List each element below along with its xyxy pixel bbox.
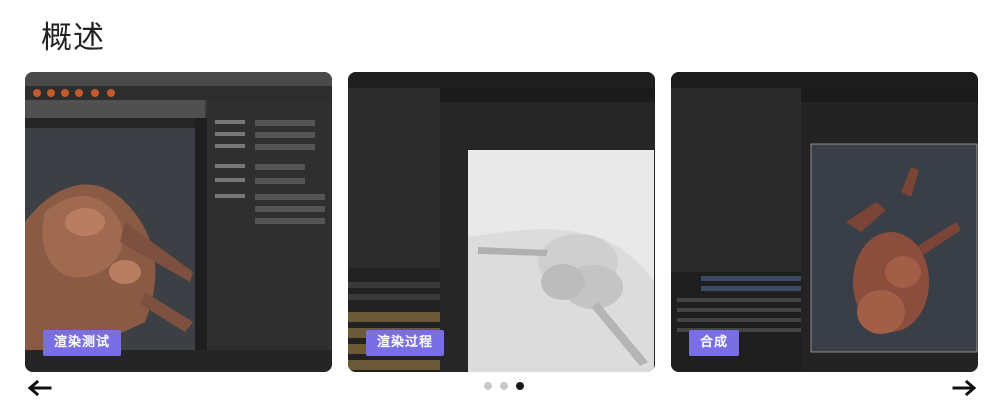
carousel-slide-compositing[interactable]: 合成 — [671, 72, 978, 372]
slide-caption-render-process: 渲染过程 — [366, 330, 445, 356]
carousel-dot-1[interactable] — [484, 382, 492, 390]
carousel-dot-3[interactable] — [516, 382, 524, 390]
arrow-left-icon — [27, 379, 52, 397]
slide-caption-compositing: 合成 — [689, 330, 740, 356]
slide-caption-render-test: 渲染测试 — [43, 330, 122, 356]
carousel-slide-render-test[interactable]: 渲染测试 — [25, 72, 332, 372]
carousel-next-button[interactable] — [952, 378, 978, 398]
carousel-dot-2[interactable] — [500, 382, 508, 390]
carousel-slide-render-process[interactable]: 渲染过程 — [348, 72, 655, 372]
carousel-pagination — [484, 382, 524, 390]
page-title: 概述 — [41, 20, 105, 56]
compositing-screenshot — [671, 72, 978, 372]
render-test-screenshot — [25, 72, 332, 372]
carousel-prev-button[interactable] — [26, 378, 52, 398]
arrow-right-icon — [952, 379, 977, 397]
render-process-screenshot — [348, 72, 655, 372]
